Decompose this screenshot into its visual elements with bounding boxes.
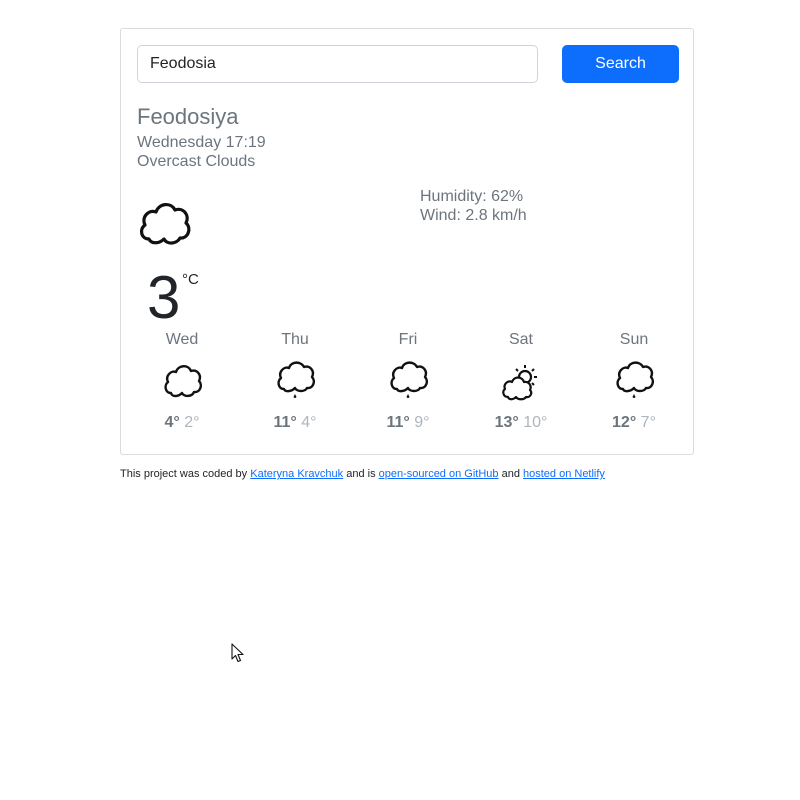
- netlify-link[interactable]: hosted on Netlify: [523, 468, 605, 480]
- forecast-day-name: Sat: [508, 331, 533, 348]
- cloud-icon: [164, 365, 202, 398]
- search-button[interactable]: Search: [562, 45, 679, 83]
- forecast-row: Wed 4° 2° Thu 11° 4° Fri 11° 9° Sat 13° …: [121, 329, 695, 449]
- temperature-unit[interactable]: °C: [182, 271, 199, 288]
- forecast-day: Wed 4° 2°: [132, 329, 232, 433]
- forecast-day-name: Wed: [165, 331, 199, 348]
- forecast-min-temp: 4°: [301, 414, 317, 431]
- weather-condition: Overcast Clouds: [137, 153, 256, 170]
- humidity: Humidity: 62%: [420, 188, 524, 205]
- footer: This project was coded by Kateryna Kravc…: [120, 468, 605, 480]
- weather-card: Search Feodosiya Wednesday 17:19 Overcas…: [120, 28, 694, 455]
- forecast-day: Sun 12° 7°: [584, 329, 684, 433]
- forecast-max-temp: 11°: [386, 414, 410, 431]
- rain-cloud-icon: [277, 361, 315, 399]
- mouse-cursor-icon: [231, 643, 244, 663]
- forecast-max-temp: 12°: [612, 414, 637, 431]
- current-datetime: Wednesday 17:19: [137, 134, 266, 151]
- author-link[interactable]: Kateryna Kravchuk: [250, 468, 343, 480]
- forecast-day-name: Sun: [619, 331, 649, 348]
- footer-middle: and is: [346, 468, 376, 480]
- partly-sunny-icon: [502, 365, 537, 401]
- forecast-max-temp: 11°: [273, 414, 297, 431]
- forecast-day: Thu 11° 4°: [245, 329, 345, 433]
- wind-speed: Wind: 2.8 km/h: [420, 207, 527, 224]
- footer-and: and: [501, 468, 520, 480]
- forecast-day: Sat 13° 10°: [471, 329, 571, 433]
- forecast-max-temp: 4°: [164, 414, 180, 431]
- github-link[interactable]: open-sourced on GitHub: [379, 468, 499, 480]
- footer-prefix: This project was coded by: [120, 468, 248, 480]
- forecast-day: Fri 11° 9°: [358, 329, 458, 433]
- rain-cloud-icon: [616, 361, 654, 399]
- search-input[interactable]: [137, 45, 538, 83]
- city-name: Feodosiya: [137, 104, 239, 129]
- forecast-min-temp: 2°: [184, 414, 200, 431]
- forecast-min-temp: 10°: [523, 414, 548, 431]
- forecast-day-name: Thu: [281, 331, 309, 348]
- cloud-icon: [139, 203, 191, 245]
- forecast-min-temp: 7°: [640, 414, 656, 431]
- current-temperature: 3: [147, 264, 181, 331]
- forecast-max-temp: 13°: [494, 414, 519, 431]
- rain-cloud-icon: [390, 361, 428, 399]
- forecast-day-name: Fri: [398, 331, 418, 348]
- forecast-min-temp: 9°: [414, 414, 430, 431]
